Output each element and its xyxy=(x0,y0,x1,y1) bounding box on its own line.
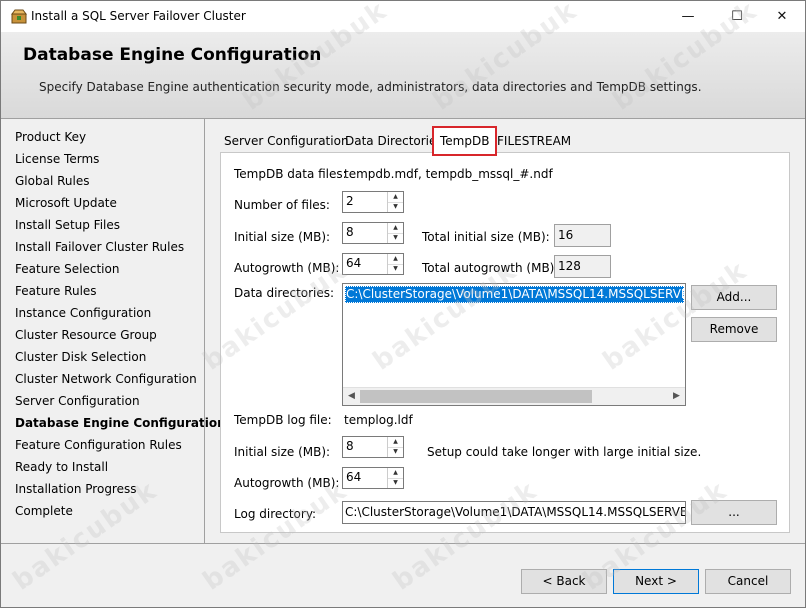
tempdb-data-files-value: tempdb.mdf, tempdb_mssql_#.ndf xyxy=(344,167,553,181)
setup-box-icon xyxy=(11,9,27,24)
nav-item-license-terms[interactable]: License Terms xyxy=(15,152,99,166)
spin-down-icon[interactable]: ▼ xyxy=(388,233,403,243)
data-directories-list[interactable]: C:\ClusterStorage\Volume1\DATA\MSSQL14.M… xyxy=(342,283,686,406)
cancel-button[interactable]: Cancel xyxy=(705,569,791,594)
scroll-thumb[interactable] xyxy=(360,390,592,403)
tempdb-data-files-label: TempDB data files: xyxy=(234,167,347,181)
number-of-files-spinner[interactable]: 2 ▲ ▼ xyxy=(342,191,404,213)
remove-directory-button[interactable]: Remove xyxy=(691,317,777,342)
title-bar: Install a SQL Server Failover Cluster — … xyxy=(1,1,805,32)
installer-window: Install a SQL Server Failover Cluster — … xyxy=(0,0,806,608)
footer-divider xyxy=(1,543,805,544)
maximize-button[interactable]: ☐ xyxy=(714,1,760,32)
step-navigation: Product Key License Terms Global Rules M… xyxy=(1,119,226,543)
total-initial-size-field: 16 xyxy=(554,224,611,247)
data-directories-label: Data directories: xyxy=(234,286,335,300)
log-directory-field[interactable]: C:\ClusterStorage\Volume1\DATA\MSSQL14.M… xyxy=(342,501,686,524)
nav-item-server-configuration[interactable]: Server Configuration xyxy=(15,394,140,408)
log-initial-size-value: 8 xyxy=(346,439,354,453)
page-description: Specify Database Engine authentication s… xyxy=(39,80,702,94)
nav-item-feature-rules[interactable]: Feature Rules xyxy=(15,284,97,298)
log-initial-size-label: Initial size (MB): xyxy=(234,445,331,459)
autogrowth-value: 64 xyxy=(346,256,362,270)
nav-item-microsoft-update[interactable]: Microsoft Update xyxy=(15,196,117,210)
initial-size-label: Initial size (MB): xyxy=(234,230,331,244)
tempdb-log-file-label: TempDB log file: xyxy=(234,413,332,427)
number-of-files-label: Number of files: xyxy=(234,198,330,212)
next-button[interactable]: Next > xyxy=(613,569,699,594)
autogrowth-label: Autogrowth (MB): xyxy=(234,261,340,275)
scroll-left-icon[interactable]: ◀ xyxy=(343,388,360,405)
nav-item-global-rules[interactable]: Global Rules xyxy=(15,174,89,188)
total-autogrowth-field: 128 xyxy=(554,255,611,278)
close-button[interactable]: ✕ xyxy=(759,1,805,32)
total-initial-size-label: Total initial size (MB): xyxy=(422,230,550,244)
nav-item-cluster-disk-selection[interactable]: Cluster Disk Selection xyxy=(15,350,146,364)
nav-item-install-setup-files[interactable]: Install Setup Files xyxy=(15,218,120,232)
tab-tempdb[interactable]: TempDB xyxy=(432,126,498,156)
nav-item-cluster-network-configuration[interactable]: Cluster Network Configuration xyxy=(15,372,197,386)
page-title: Database Engine Configuration xyxy=(23,45,322,65)
log-autogrowth-value: 64 xyxy=(346,470,362,484)
spin-down-icon[interactable]: ▼ xyxy=(388,202,403,212)
log-autogrowth-spinner[interactable]: 64 ▲ ▼ xyxy=(342,467,404,489)
tab-data-directories[interactable]: Data Directories xyxy=(341,130,447,152)
nav-item-feature-selection[interactable]: Feature Selection xyxy=(15,262,119,276)
nav-item-ready-to-install[interactable]: Ready to Install xyxy=(15,460,108,474)
window-title: Install a SQL Server Failover Cluster xyxy=(31,9,246,23)
autogrowth-spinner[interactable]: 64 ▲ ▼ xyxy=(342,253,404,275)
log-directory-label: Log directory: xyxy=(234,507,317,521)
nav-divider xyxy=(204,119,205,543)
page-header: Database Engine Configuration Specify Da… xyxy=(1,32,805,119)
tab-filestream[interactable]: FILESTREAM xyxy=(493,130,575,152)
nav-item-product-key[interactable]: Product Key xyxy=(15,130,86,144)
spin-down-icon[interactable]: ▼ xyxy=(388,447,403,457)
nav-item-instance-configuration[interactable]: Instance Configuration xyxy=(15,306,151,320)
nav-item-installation-progress[interactable]: Installation Progress xyxy=(15,482,137,496)
back-button[interactable]: < Back xyxy=(521,569,607,594)
log-initial-size-spinner[interactable]: 8 ▲ ▼ xyxy=(342,436,404,458)
list-item[interactable]: C:\ClusterStorage\Volume1\DATA\MSSQL14.M… xyxy=(345,286,684,303)
log-size-warning: Setup could take longer with large initi… xyxy=(427,445,702,459)
horizontal-scrollbar[interactable]: ◀ ▶ xyxy=(343,387,685,405)
initial-size-spinner[interactable]: 8 ▲ ▼ xyxy=(342,222,404,244)
log-autogrowth-label: Autogrowth (MB): xyxy=(234,476,340,490)
add-directory-button[interactable]: Add... xyxy=(691,285,777,310)
tempdb-log-file-value: templog.ldf xyxy=(344,413,413,427)
nav-item-install-failover-cluster-rules[interactable]: Install Failover Cluster Rules xyxy=(15,240,184,254)
nav-item-feature-configuration-rules[interactable]: Feature Configuration Rules xyxy=(15,438,182,452)
nav-item-complete[interactable]: Complete xyxy=(15,504,73,518)
scroll-right-icon[interactable]: ▶ xyxy=(668,388,685,405)
spin-down-icon[interactable]: ▼ xyxy=(388,478,403,488)
spin-down-icon[interactable]: ▼ xyxy=(388,264,403,274)
minimize-button[interactable]: — xyxy=(665,1,711,32)
initial-size-value: 8 xyxy=(346,225,354,239)
nav-item-database-engine-configuration[interactable]: Database Engine Configuration xyxy=(15,416,226,430)
number-of-files-value: 2 xyxy=(346,194,354,208)
nav-item-cluster-resource-group[interactable]: Cluster Resource Group xyxy=(15,328,157,342)
total-autogrowth-label: Total autogrowth (MB): xyxy=(422,261,559,275)
browse-log-directory-button[interactable]: ... xyxy=(691,500,777,525)
tab-server-configuration[interactable]: Server Configuration xyxy=(220,130,353,152)
